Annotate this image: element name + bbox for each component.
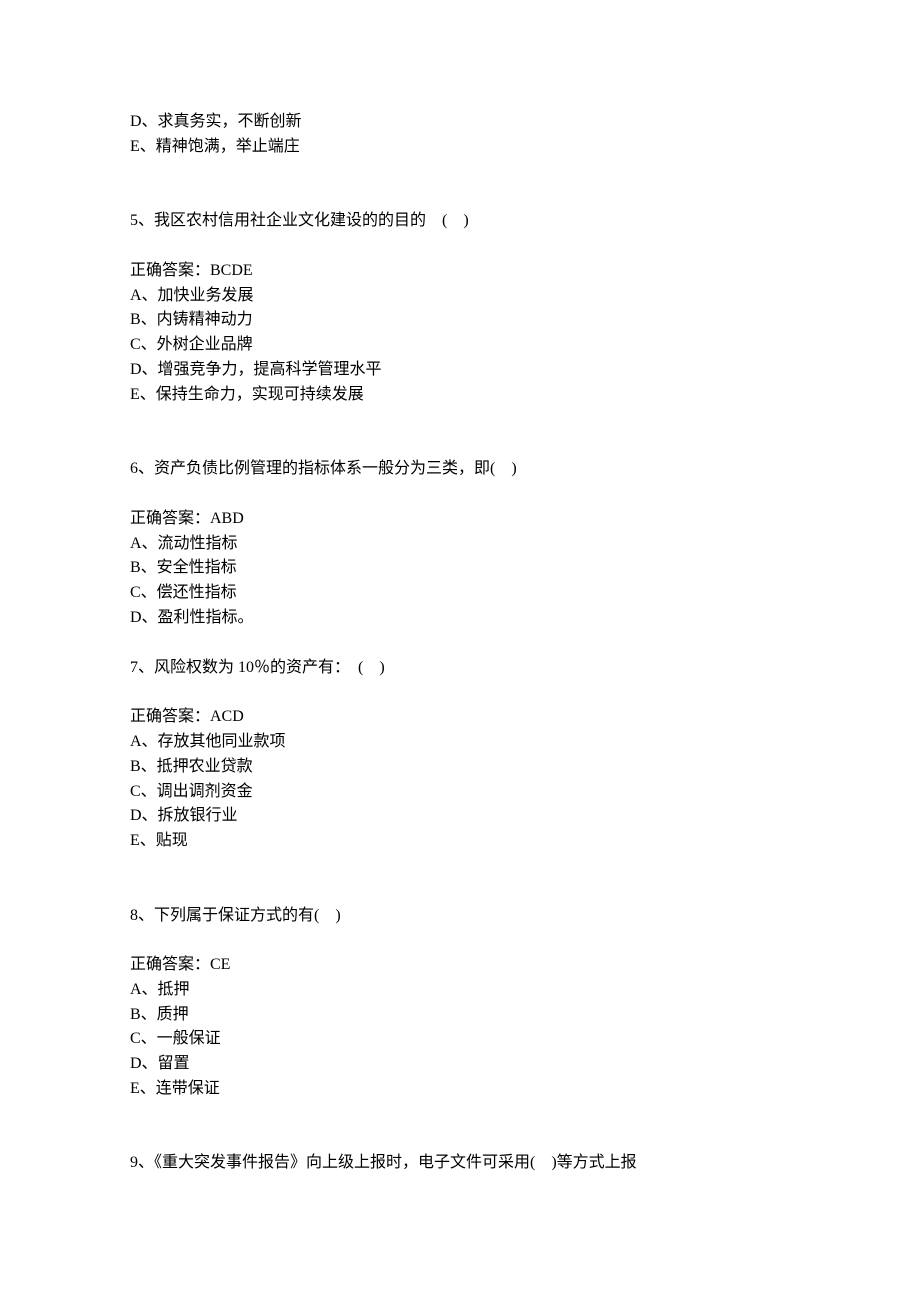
q6-option-d: D、盈利性指标。 bbox=[130, 606, 790, 631]
prev-option-d: D、求真务实，不断创新 bbox=[130, 110, 790, 135]
q5-option-c: C、外树企业品牌 bbox=[130, 333, 790, 358]
q5-option-b: B、内铸精神动力 bbox=[130, 308, 790, 333]
q5-answer: 正确答案：BCDE bbox=[130, 259, 790, 284]
q9-stem: 9、《重大突发事件报告》向上级上报时，电子文件可采用( )等方式上报 bbox=[130, 1151, 790, 1176]
q8-option-d: D、留置 bbox=[130, 1052, 790, 1077]
spacer bbox=[130, 1102, 790, 1152]
spacer bbox=[130, 928, 790, 953]
q8-answer: 正确答案：CE bbox=[130, 953, 790, 978]
q6-option-c: C、偿还性指标 bbox=[130, 581, 790, 606]
q5-stem: 5、我区农村信用社企业文化建设的的目的 ( ) bbox=[130, 209, 790, 234]
document-page: D、求真务实，不断创新 E、精神饱满，举止端庄 5、我区农村信用社企业文化建设的… bbox=[0, 0, 920, 1256]
q7-option-c: C、调出调剂资金 bbox=[130, 780, 790, 805]
q6-stem: 6、资产负债比例管理的指标体系一般分为三类，即( ) bbox=[130, 457, 790, 482]
q7-option-b: B、抵押农业贷款 bbox=[130, 755, 790, 780]
spacer bbox=[130, 160, 790, 210]
spacer bbox=[130, 680, 790, 705]
q6-answer: 正确答案：ABD bbox=[130, 507, 790, 532]
q6-option-a: A、流动性指标 bbox=[130, 532, 790, 557]
q8-stem: 8、下列属于保证方式的有( ) bbox=[130, 904, 790, 929]
q8-option-a: A、抵押 bbox=[130, 978, 790, 1003]
prev-option-e: E、精神饱满，举止端庄 bbox=[130, 135, 790, 160]
q5-option-e: E、保持生命力，实现可持续发展 bbox=[130, 383, 790, 408]
q7-answer: 正确答案：ACD bbox=[130, 705, 790, 730]
q7-option-e: E、贴现 bbox=[130, 829, 790, 854]
q8-option-b: B、质押 bbox=[130, 1003, 790, 1028]
q5-option-d: D、增强竞争力，提高科学管理水平 bbox=[130, 358, 790, 383]
spacer bbox=[130, 854, 790, 904]
q8-option-c: C、一般保证 bbox=[130, 1027, 790, 1052]
q7-stem: 7、风险权数为 10％的资产有： ( ) bbox=[130, 656, 790, 681]
spacer bbox=[130, 234, 790, 259]
q7-option-a: A、存放其他同业款项 bbox=[130, 730, 790, 755]
q8-option-e: E、连带保证 bbox=[130, 1077, 790, 1102]
spacer bbox=[130, 482, 790, 507]
spacer bbox=[130, 408, 790, 458]
q7-option-d: D、拆放银行业 bbox=[130, 804, 790, 829]
spacer bbox=[130, 631, 790, 656]
q5-option-a: A、加快业务发展 bbox=[130, 284, 790, 309]
q6-option-b: B、安全性指标 bbox=[130, 556, 790, 581]
